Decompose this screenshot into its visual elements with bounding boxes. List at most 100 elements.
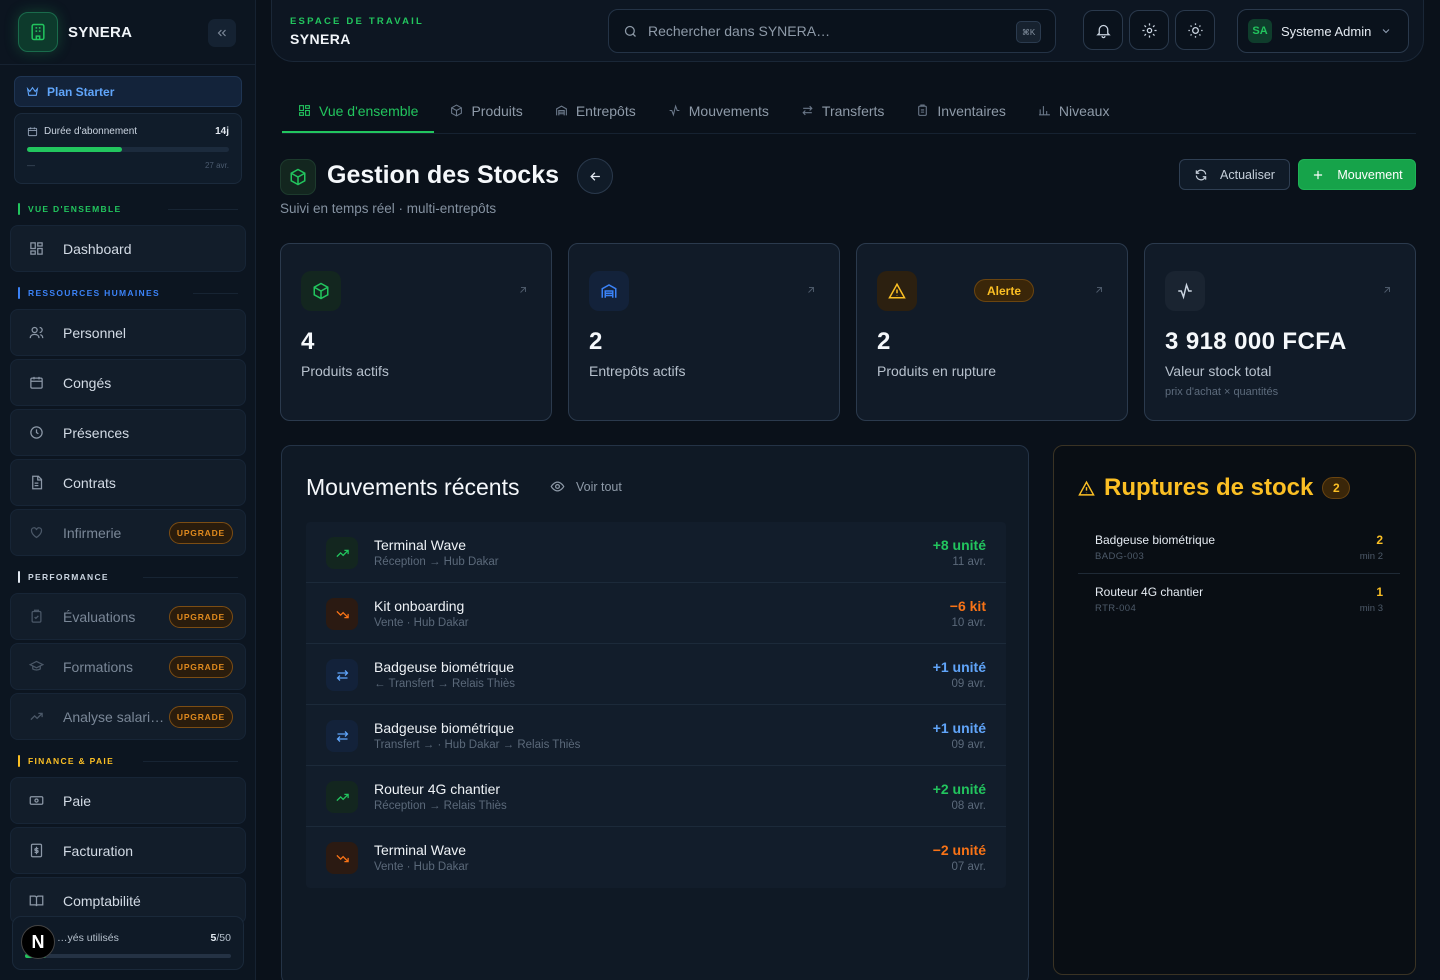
tab-label: Transferts [821, 102, 885, 119]
count-badge: 2 [1322, 477, 1351, 499]
sidebar-item-dashboard[interactable]: Dashboard [10, 225, 246, 272]
theme-toggle-button[interactable] [1175, 10, 1215, 50]
sidebar-item-infirmerie[interactable]: Infirmerie UPGRADE [10, 509, 246, 556]
upgrade-badge[interactable]: UPGRADE [168, 606, 233, 628]
tabs-divider [282, 133, 1416, 134]
clock-icon [27, 424, 45, 442]
movement-date: 09 avr. [951, 739, 986, 751]
stat-card-warehouses[interactable]: 2 Entrepôts actifs [568, 243, 840, 421]
upgrade-badge[interactable]: UPGRADE [168, 706, 233, 728]
tab-movements[interactable]: Mouvements [652, 88, 785, 133]
sidebar-item-label: Analyse salari… [63, 708, 165, 725]
movement-product: Badgeuse biométrique [374, 659, 515, 675]
stat-card-stock-value[interactable]: 3 918 000 FCFA Valeur stock total prix d… [1144, 243, 1416, 421]
graduation-cap-icon [27, 658, 45, 676]
sidebar-item-evaluations[interactable]: Évaluations UPGRADE [10, 593, 246, 640]
alert-badge: Alerte [974, 279, 1035, 302]
stat-card-ruptures[interactable]: Alerte 2 Produits en rupture [856, 243, 1128, 421]
stat-card-products[interactable]: 4 Produits actifs [280, 243, 552, 421]
tab-label: Vue d'ensemble [319, 102, 419, 119]
user-menu[interactable]: SA Systeme Admin [1237, 9, 1409, 53]
dev-tools-badge[interactable]: N [21, 925, 55, 959]
subscription-remaining: 14j [215, 126, 229, 137]
movement-detail: Vente · Hub Dakar [374, 617, 469, 629]
movement-row[interactable]: Routeur 4G chantier Réception → Relais T… [306, 766, 1006, 827]
movement-row[interactable]: Badgeuse biométrique ← Transfert → Relai… [306, 644, 1006, 705]
sidebar-divider [0, 64, 256, 65]
usage-count: 5/50 [210, 932, 231, 944]
new-movement-button[interactable]: Mouvement [1298, 159, 1416, 190]
bell-icon [1095, 24, 1111, 38]
section-finance: FINANCE & PAIE [18, 755, 238, 767]
movement-row[interactable]: Badgeuse biométrique Transfert → · Hub D… [306, 705, 1006, 766]
search-input[interactable] [648, 23, 998, 39]
movement-row[interactable]: Terminal Wave Réception → Hub Dakar +8 u… [306, 522, 1006, 583]
movement-product: Badgeuse biométrique [374, 720, 515, 736]
stock-minimum: min 3 [1359, 603, 1383, 614]
product-name: Routeur 4G chantier [1095, 585, 1204, 599]
tab-inventories[interactable]: Inventaires [900, 88, 1021, 133]
gear-icon [1141, 22, 1157, 38]
sidebar-item-label: Dashboard [63, 240, 132, 257]
sidebar-item-label: Facturation [63, 842, 134, 859]
tab-label: Niveaux [1058, 102, 1110, 119]
back-button[interactable] [577, 158, 613, 194]
product-sku: RTR-004 [1095, 603, 1137, 614]
tab-levels[interactable]: Niveaux [1022, 88, 1126, 133]
stat-value: 4 [301, 328, 315, 355]
movement-row[interactable]: Terminal Wave Vente · Hub Dakar −2 unité… [306, 827, 1006, 888]
settings-button[interactable] [1129, 10, 1169, 50]
movement-date: 10 avr. [951, 617, 986, 629]
panel-title: Ruptures de stock [1104, 474, 1314, 501]
clipboard-icon [27, 608, 45, 626]
search-bar[interactable]: ⌘K [608, 9, 1056, 53]
movement-quantity: +1 unité [932, 659, 986, 675]
tab-products[interactable]: Produits [434, 88, 538, 133]
stat-value: 3 918 000 FCFA [1165, 328, 1347, 355]
stat-value: 2 [589, 328, 603, 355]
stock-out-row[interactable]: Routeur 4G chantier RTR-004 1 min 3 [1078, 574, 1400, 626]
sidebar-item-paie[interactable]: Paie [10, 777, 246, 824]
sidebar-item-conges[interactable]: Congés [10, 359, 246, 406]
plan-badge[interactable]: Plan Starter [14, 76, 242, 107]
heart-icon [27, 524, 45, 542]
brand[interactable]: SYNERA [18, 12, 132, 52]
collapse-sidebar-button[interactable] [208, 19, 236, 47]
notifications-button[interactable] [1083, 10, 1123, 50]
stock-outs-panel: Ruptures de stock 2 Badgeuse biométrique… [1053, 445, 1416, 975]
book-icon [27, 892, 45, 910]
tab-transfers[interactable]: Transferts [785, 88, 901, 133]
refresh-button[interactable]: Actualiser [1179, 159, 1290, 190]
tab-label: Produits [471, 102, 523, 119]
stat-note: prix d'achat × quantités [1165, 386, 1279, 398]
upgrade-badge[interactable]: UPGRADE [168, 522, 233, 544]
arrow-up-right-icon [1384, 287, 1390, 293]
warehouse-icon [555, 105, 567, 116]
movement-date: 07 avr. [951, 861, 986, 873]
chevrons-left-icon [217, 29, 226, 37]
bar-chart-icon [1038, 106, 1050, 116]
stat-label: Produits en rupture [877, 363, 997, 379]
top-bar: ESPACE DE TRAVAIL SYNERA ⌘K SA Systeme A… [271, 0, 1424, 62]
tab-overview[interactable]: Vue d'ensemble [282, 88, 435, 133]
tab-warehouses[interactable]: Entrepôts [539, 88, 652, 133]
arrow-left-icon [589, 171, 600, 181]
tab-bar: Vue d'ensemble Produits Entrepôts Mouvem… [282, 88, 1125, 134]
usage-progress [25, 954, 231, 958]
stock-out-row[interactable]: Badgeuse biométrique BADG-003 2 min 2 [1078, 522, 1400, 574]
stat-value: 2 [877, 328, 891, 355]
sidebar-item-contrats[interactable]: Contrats [10, 459, 246, 506]
view-all-link[interactable]: Voir tout [550, 479, 622, 494]
sidebar-item-facturation[interactable]: Facturation [10, 827, 246, 874]
sidebar-item-formations[interactable]: Formations UPGRADE [10, 643, 246, 690]
sidebar-item-label: Personnel [63, 324, 127, 341]
page-subtitle: Suivi en temps réel · multi-entrepôts [280, 201, 497, 216]
upgrade-badge[interactable]: UPGRADE [168, 656, 233, 678]
sidebar-item-analyse[interactable]: Analyse salari… UPGRADE [10, 693, 246, 740]
sidebar-item-personnel[interactable]: Personnel [10, 309, 246, 356]
activity-icon [669, 104, 680, 117]
sidebar-item-presences[interactable]: Présences [10, 409, 246, 456]
movement-date: 11 avr. [952, 556, 986, 568]
movement-row[interactable]: Kit onboarding Vente · Hub Dakar −6 kit … [306, 583, 1006, 644]
activity-icon [1165, 271, 1205, 311]
